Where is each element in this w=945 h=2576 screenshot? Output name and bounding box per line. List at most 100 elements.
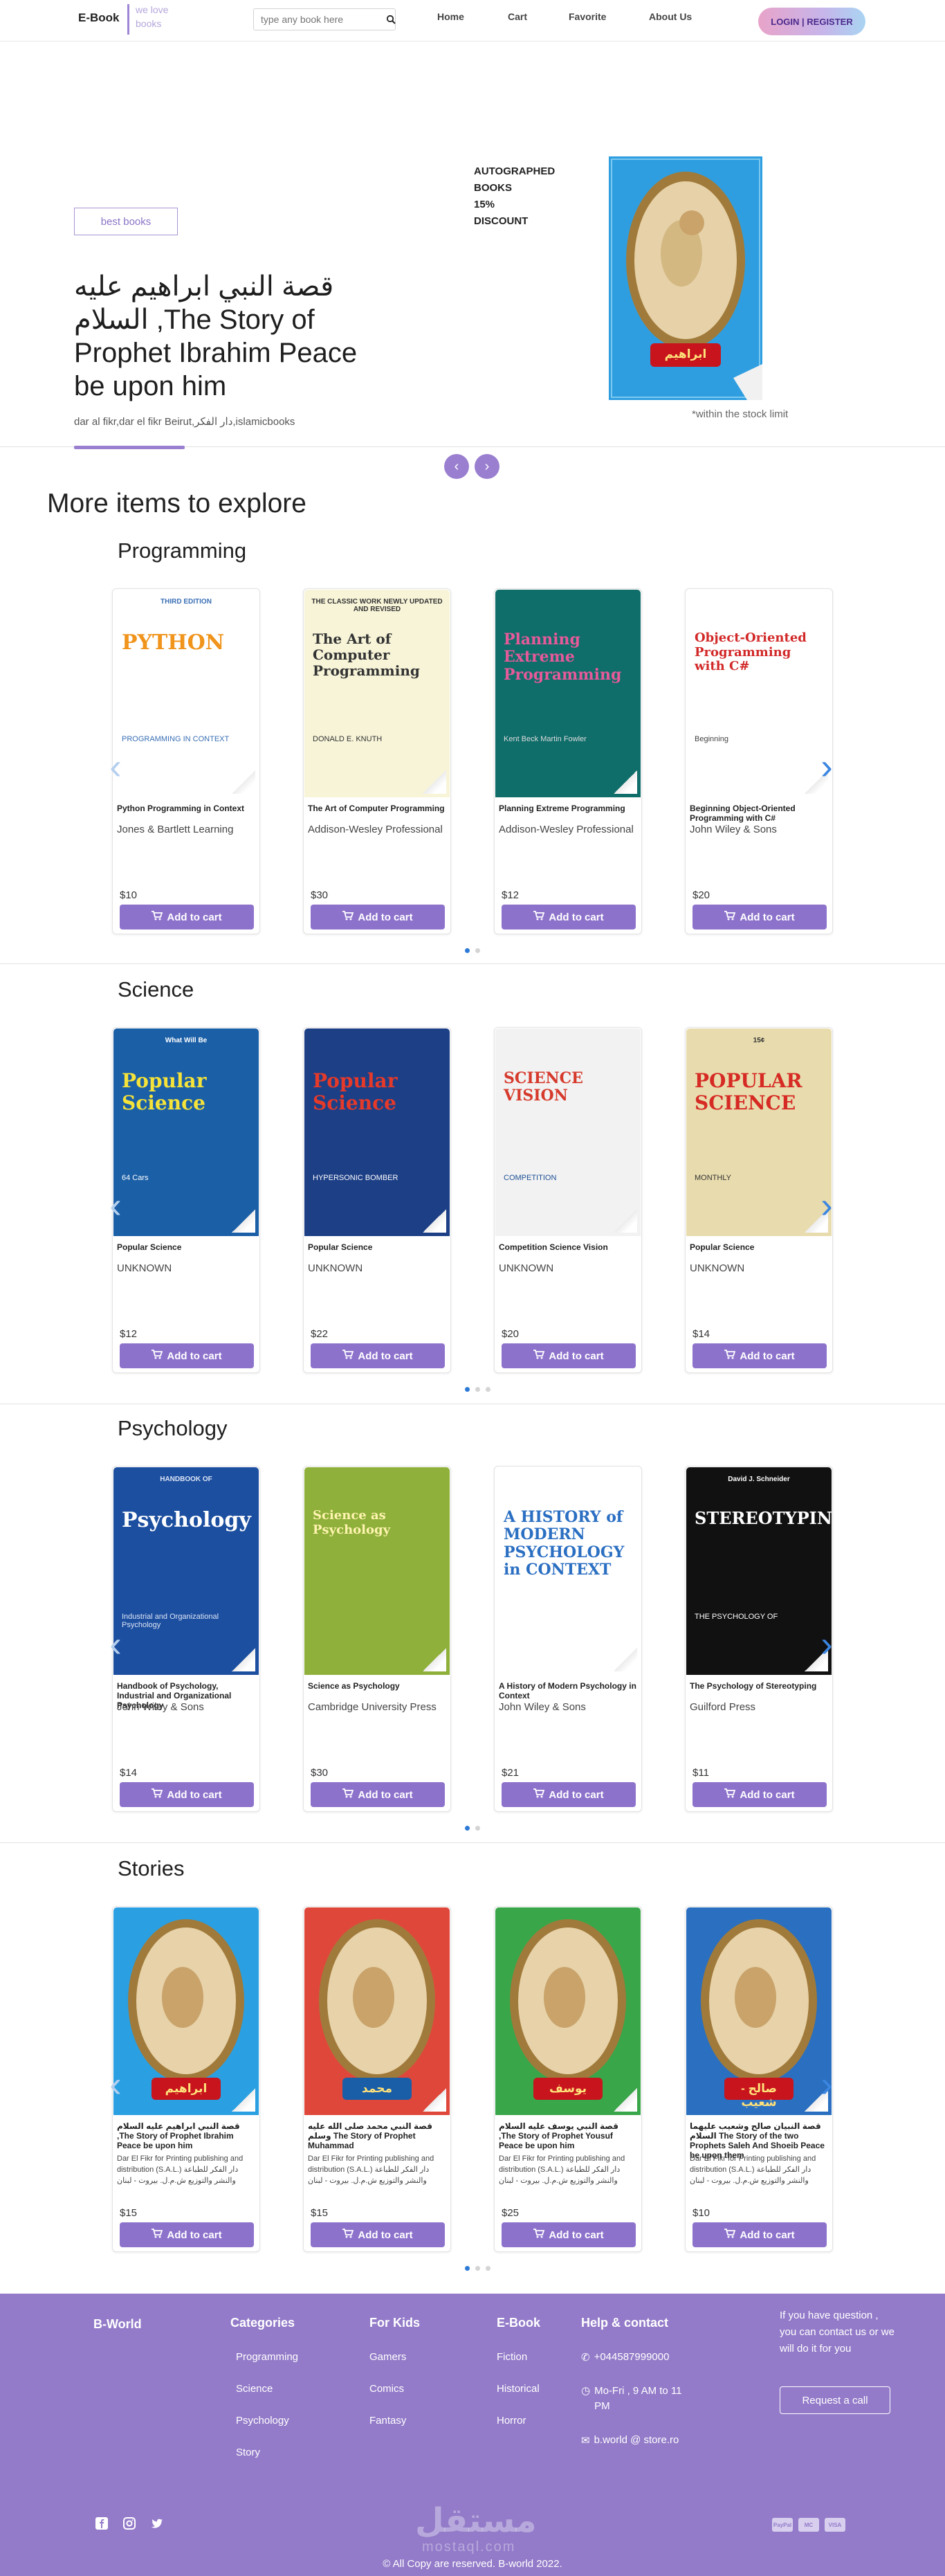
add-to-cart-button[interactable]: Add to cart [311, 1782, 445, 1807]
add-to-cart-button[interactable]: Add to cart [120, 1782, 254, 1807]
book-cover[interactable]: يوسف [495, 1907, 641, 2115]
book-title[interactable]: Popular Science [308, 1242, 446, 1252]
carousel-prev-icon[interactable]: ‹ [104, 1624, 127, 1665]
book-title[interactable]: قصة النبي يوسف عليه السلام ,The Story of… [499, 2121, 637, 2150]
pagination-dot[interactable] [475, 1826, 480, 1831]
nav-favorite[interactable]: Favorite [569, 11, 606, 22]
book-card[interactable]: What Will Be Popular Science 64 Cars Popula… [112, 1027, 260, 1373]
book-cover[interactable]: David J. Schneider STEREOTYPING THE PSYCHO… [686, 1467, 832, 1675]
add-to-cart-button[interactable]: Add to cart [311, 905, 445, 929]
book-cover[interactable]: THIRD EDITION PYTHON PROGRAMMING IN CONTEX… [113, 590, 259, 797]
book-card[interactable]: SCIENCE VISION COMPETITION Competition Sci… [494, 1027, 642, 1373]
carousel-prev-icon[interactable]: ‹ [104, 746, 127, 788]
footer-link-psychology[interactable]: Psychology [236, 2415, 298, 2427]
book-card[interactable]: HANDBOOK OF Psychology Industrial and Orga… [112, 1466, 260, 1812]
carousel-next-icon[interactable]: › [815, 1624, 838, 1665]
add-to-cart-button[interactable]: Add to cart [692, 1343, 827, 1368]
book-title[interactable]: Popular Science [690, 1242, 828, 1252]
book-cover[interactable]: Object-Oriented Programming with C# Begin… [686, 590, 832, 797]
hero-book-cover[interactable]: ابراهيم [609, 156, 762, 400]
book-title[interactable]: Planning Extreme Programming [499, 804, 637, 813]
carousel-prev-icon[interactable]: ‹ [104, 1185, 127, 1226]
add-to-cart-button[interactable]: Add to cart [502, 1343, 636, 1368]
pagination-dot[interactable] [465, 1387, 470, 1392]
footer-link-horror[interactable]: Horror [497, 2415, 540, 2427]
best-books-badge[interactable]: best books [74, 208, 178, 235]
add-to-cart-button[interactable]: Add to cart [120, 2222, 254, 2247]
book-title[interactable]: The Art of Computer Programming [308, 804, 446, 813]
search-icon[interactable] [386, 15, 396, 24]
nav-cart[interactable]: Cart [508, 11, 527, 22]
book-title[interactable]: Science as Psychology [308, 1681, 446, 1691]
book-card[interactable]: David J. Schneider STEREOTYPING THE PSYCHO… [685, 1466, 833, 1812]
add-to-cart-button[interactable]: Add to cart [692, 1782, 827, 1807]
book-cover[interactable]: محمد [304, 1907, 450, 2115]
book-title[interactable]: Competition Science Vision [499, 1242, 637, 1252]
add-to-cart-button[interactable]: Add to cart [311, 2222, 445, 2247]
footer-link-fiction[interactable]: Fiction [497, 2351, 540, 2363]
add-to-cart-button[interactable]: Add to cart [502, 1782, 636, 1807]
book-card[interactable]: Science as Psychology Science as Psycholo… [303, 1466, 451, 1812]
footer-email[interactable]: ✉ b.world @ store.ro [581, 2434, 699, 2447]
book-card[interactable]: صالح - شعيب قصة النبيان صالح وشعيب عليهما… [685, 1906, 833, 2252]
book-cover[interactable]: What Will Be Popular Science 64 Cars [113, 1028, 259, 1236]
book-cover[interactable]: صالح - شعيب [686, 1907, 832, 2115]
instagram-icon[interactable] [122, 2516, 136, 2534]
add-to-cart-button[interactable]: Add to cart [692, 2222, 827, 2247]
footer-phone[interactable]: ✆ +044587999000 [581, 2351, 699, 2364]
twitter-icon[interactable] [150, 2516, 164, 2534]
request-call-button[interactable]: Request a call [780, 2386, 890, 2414]
footer-link-programming[interactable]: Programming [236, 2351, 298, 2363]
carousel-next-icon[interactable]: › [815, 746, 838, 788]
book-card[interactable]: Object-Oriented Programming with C# Begin… [685, 588, 833, 934]
carousel-prev-icon[interactable]: ‹ [104, 2064, 127, 2105]
book-title[interactable]: Beginning Object-Oriented Programming wi… [690, 804, 828, 823]
book-card[interactable]: THIRD EDITION PYTHON PROGRAMMING IN CONTEX… [112, 588, 260, 934]
book-cover[interactable]: A HISTORY of MODERN PSYCHOLOGY in CONTEX… [495, 1467, 641, 1675]
book-cover[interactable]: HANDBOOK OF Psychology Industrial and Orga… [113, 1467, 259, 1675]
add-to-cart-button[interactable]: Add to cart [692, 905, 827, 929]
book-title[interactable]: قصة النبي ابراهيم عليه السلام ,The Story… [117, 2121, 255, 2150]
brand-logo[interactable]: E-Book [78, 11, 120, 25]
book-card[interactable]: محمد قصة النبي محمد صلى الله عليه وسلم Th… [303, 1906, 451, 2252]
facebook-icon[interactable] [95, 2516, 109, 2534]
book-title[interactable]: Python Programming in Context [117, 804, 255, 813]
add-to-cart-button[interactable]: Add to cart [502, 905, 636, 929]
book-title[interactable]: The Psychology of Stereotyping [690, 1681, 828, 1691]
book-card[interactable]: A HISTORY of MODERN PSYCHOLOGY in CONTEX… [494, 1466, 642, 1812]
footer-link-historical[interactable]: Historical [497, 2383, 540, 2395]
carousel-next-icon[interactable]: › [815, 2064, 838, 2105]
pagination-dot[interactable] [475, 948, 480, 953]
add-to-cart-button[interactable]: Add to cart [502, 2222, 636, 2247]
book-cover[interactable]: Popular Science HYPERSONIC BOMBER [304, 1028, 450, 1236]
footer-link-story[interactable]: Story [236, 2447, 298, 2458]
book-card[interactable]: 15¢ POPULAR SCIENCE MONTHLY Popular Science… [685, 1027, 833, 1373]
pagination-dot[interactable] [486, 2266, 490, 2271]
book-cover[interactable]: 15¢ POPULAR SCIENCE MONTHLY [686, 1028, 832, 1236]
book-card[interactable]: THE CLASSIC WORK NEWLY UPDATED AND REVIS… [303, 588, 451, 934]
pagination-dot[interactable] [465, 1826, 470, 1831]
book-card[interactable]: Popular Science HYPERSONIC BOMBER Popular … [303, 1027, 451, 1373]
book-title[interactable]: A History of Modern Psychology in Contex… [499, 1681, 637, 1700]
pagination-dot[interactable] [465, 2266, 470, 2271]
book-card[interactable]: ابراهيم قصة النبي ابراهيم عليه السلام ,Th… [112, 1906, 260, 2252]
pagination-dot[interactable] [475, 1387, 480, 1392]
hero-next-button[interactable]: › [475, 454, 499, 479]
book-card[interactable]: يوسف قصة النبي يوسف عليه السلام ,The Stor… [494, 1906, 642, 2252]
add-to-cart-button[interactable]: Add to cart [120, 905, 254, 929]
nav-about-us[interactable]: About Us [649, 11, 692, 22]
login-register-button[interactable]: LOGIN | REGISTER [758, 8, 865, 35]
footer-link-comics[interactable]: Comics [369, 2383, 420, 2395]
book-cover[interactable]: SCIENCE VISION COMPETITION [495, 1028, 641, 1236]
search-input[interactable] [254, 10, 386, 29]
book-title[interactable]: Popular Science [117, 1242, 255, 1252]
book-cover[interactable]: Science as Psychology [304, 1467, 450, 1675]
pagination-dot[interactable] [465, 948, 470, 953]
pagination-dot[interactable] [475, 2266, 480, 2271]
footer-link-fantasy[interactable]: Fantasy [369, 2415, 420, 2427]
add-to-cart-button[interactable]: Add to cart [311, 1343, 445, 1368]
carousel-next-icon[interactable]: › [815, 1185, 838, 1226]
add-to-cart-button[interactable]: Add to cart [120, 1343, 254, 1368]
book-cover[interactable]: ابراهيم [113, 1907, 259, 2115]
book-card[interactable]: Planning Extreme Programming Kent Beck Ma… [494, 588, 642, 934]
